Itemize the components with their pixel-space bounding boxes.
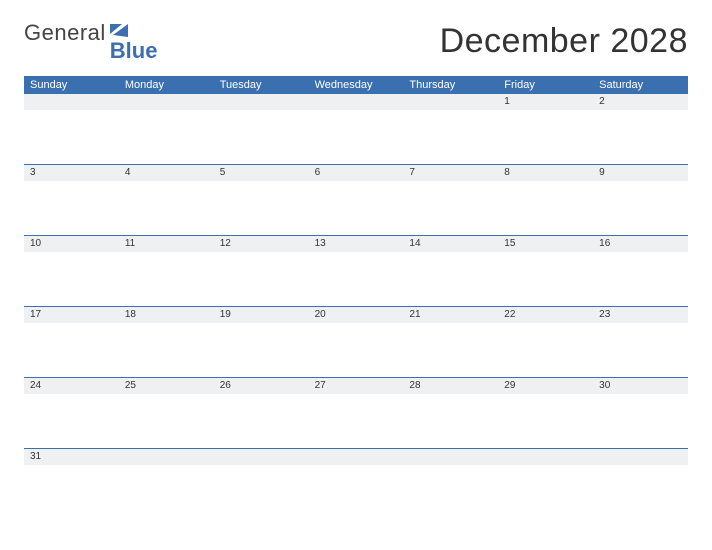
page-title: December 2028 <box>440 22 688 61</box>
weekday-header: Friday <box>498 79 593 91</box>
day-number-strip: 24 25 26 27 28 29 30 <box>24 378 688 394</box>
week-row: 3 4 5 6 7 8 9 <box>24 164 688 235</box>
brand-word-2: Blue <box>110 40 158 62</box>
day-number: 31 <box>24 449 119 465</box>
day-number: 2 <box>593 94 688 110</box>
day-number: 13 <box>309 236 404 252</box>
header: General Blue December 2028 <box>24 22 688 62</box>
weekday-header: Sunday <box>24 79 119 91</box>
day-number: 12 <box>214 236 309 252</box>
day-number <box>214 449 309 465</box>
day-number <box>403 449 498 465</box>
week-body <box>24 323 688 377</box>
day-number: 6 <box>309 165 404 181</box>
day-number: 24 <box>24 378 119 394</box>
day-number <box>498 449 593 465</box>
day-number: 22 <box>498 307 593 323</box>
day-number-strip: 3 4 5 6 7 8 9 <box>24 165 688 181</box>
week-body <box>24 465 688 519</box>
day-number: 10 <box>24 236 119 252</box>
week-body <box>24 394 688 448</box>
day-number: 1 <box>498 94 593 110</box>
weekday-header: Saturday <box>593 79 688 91</box>
day-number: 9 <box>593 165 688 181</box>
day-number: 19 <box>214 307 309 323</box>
week-row: 1 2 <box>24 94 688 164</box>
day-number: 27 <box>309 378 404 394</box>
day-number: 4 <box>119 165 214 181</box>
brand-word-1: General <box>24 22 106 44</box>
day-number: 16 <box>593 236 688 252</box>
day-number: 7 <box>403 165 498 181</box>
day-number <box>24 94 119 110</box>
weekday-header: Wednesday <box>309 79 404 91</box>
day-number-strip: 10 11 12 13 14 15 16 <box>24 236 688 252</box>
day-number <box>593 449 688 465</box>
day-number: 21 <box>403 307 498 323</box>
day-number: 30 <box>593 378 688 394</box>
day-number <box>119 449 214 465</box>
day-number <box>214 94 309 110</box>
day-number: 25 <box>119 378 214 394</box>
week-body <box>24 110 688 164</box>
day-number: 3 <box>24 165 119 181</box>
day-number: 28 <box>403 378 498 394</box>
week-row: 10 11 12 13 14 15 16 <box>24 235 688 306</box>
day-number-strip: 31 <box>24 449 688 465</box>
day-number: 20 <box>309 307 404 323</box>
day-number: 8 <box>498 165 593 181</box>
week-row: 17 18 19 20 21 22 23 <box>24 306 688 377</box>
day-number: 5 <box>214 165 309 181</box>
day-number <box>309 449 404 465</box>
weekday-header: Tuesday <box>214 79 309 91</box>
day-number: 11 <box>119 236 214 252</box>
day-number: 18 <box>119 307 214 323</box>
day-number: 26 <box>214 378 309 394</box>
weekday-header: Thursday <box>403 79 498 91</box>
week-row: 31 <box>24 448 688 519</box>
weekday-header: Monday <box>119 79 214 91</box>
week-body <box>24 181 688 235</box>
day-number: 14 <box>403 236 498 252</box>
day-number <box>403 94 498 110</box>
day-number <box>309 94 404 110</box>
day-number: 15 <box>498 236 593 252</box>
day-number: 23 <box>593 307 688 323</box>
week-row: 24 25 26 27 28 29 30 <box>24 377 688 448</box>
day-number <box>119 94 214 110</box>
day-number-strip: 17 18 19 20 21 22 23 <box>24 307 688 323</box>
day-number-strip: 1 2 <box>24 94 688 110</box>
week-body <box>24 252 688 306</box>
calendar-grid: 1 2 3 4 5 6 7 8 9 10 11 12 13 14 15 16 <box>24 94 688 519</box>
weekday-header-row: Sunday Monday Tuesday Wednesday Thursday… <box>24 76 688 94</box>
day-number: 17 <box>24 307 119 323</box>
day-number: 29 <box>498 378 593 394</box>
brand-logo: General Blue <box>24 22 157 62</box>
